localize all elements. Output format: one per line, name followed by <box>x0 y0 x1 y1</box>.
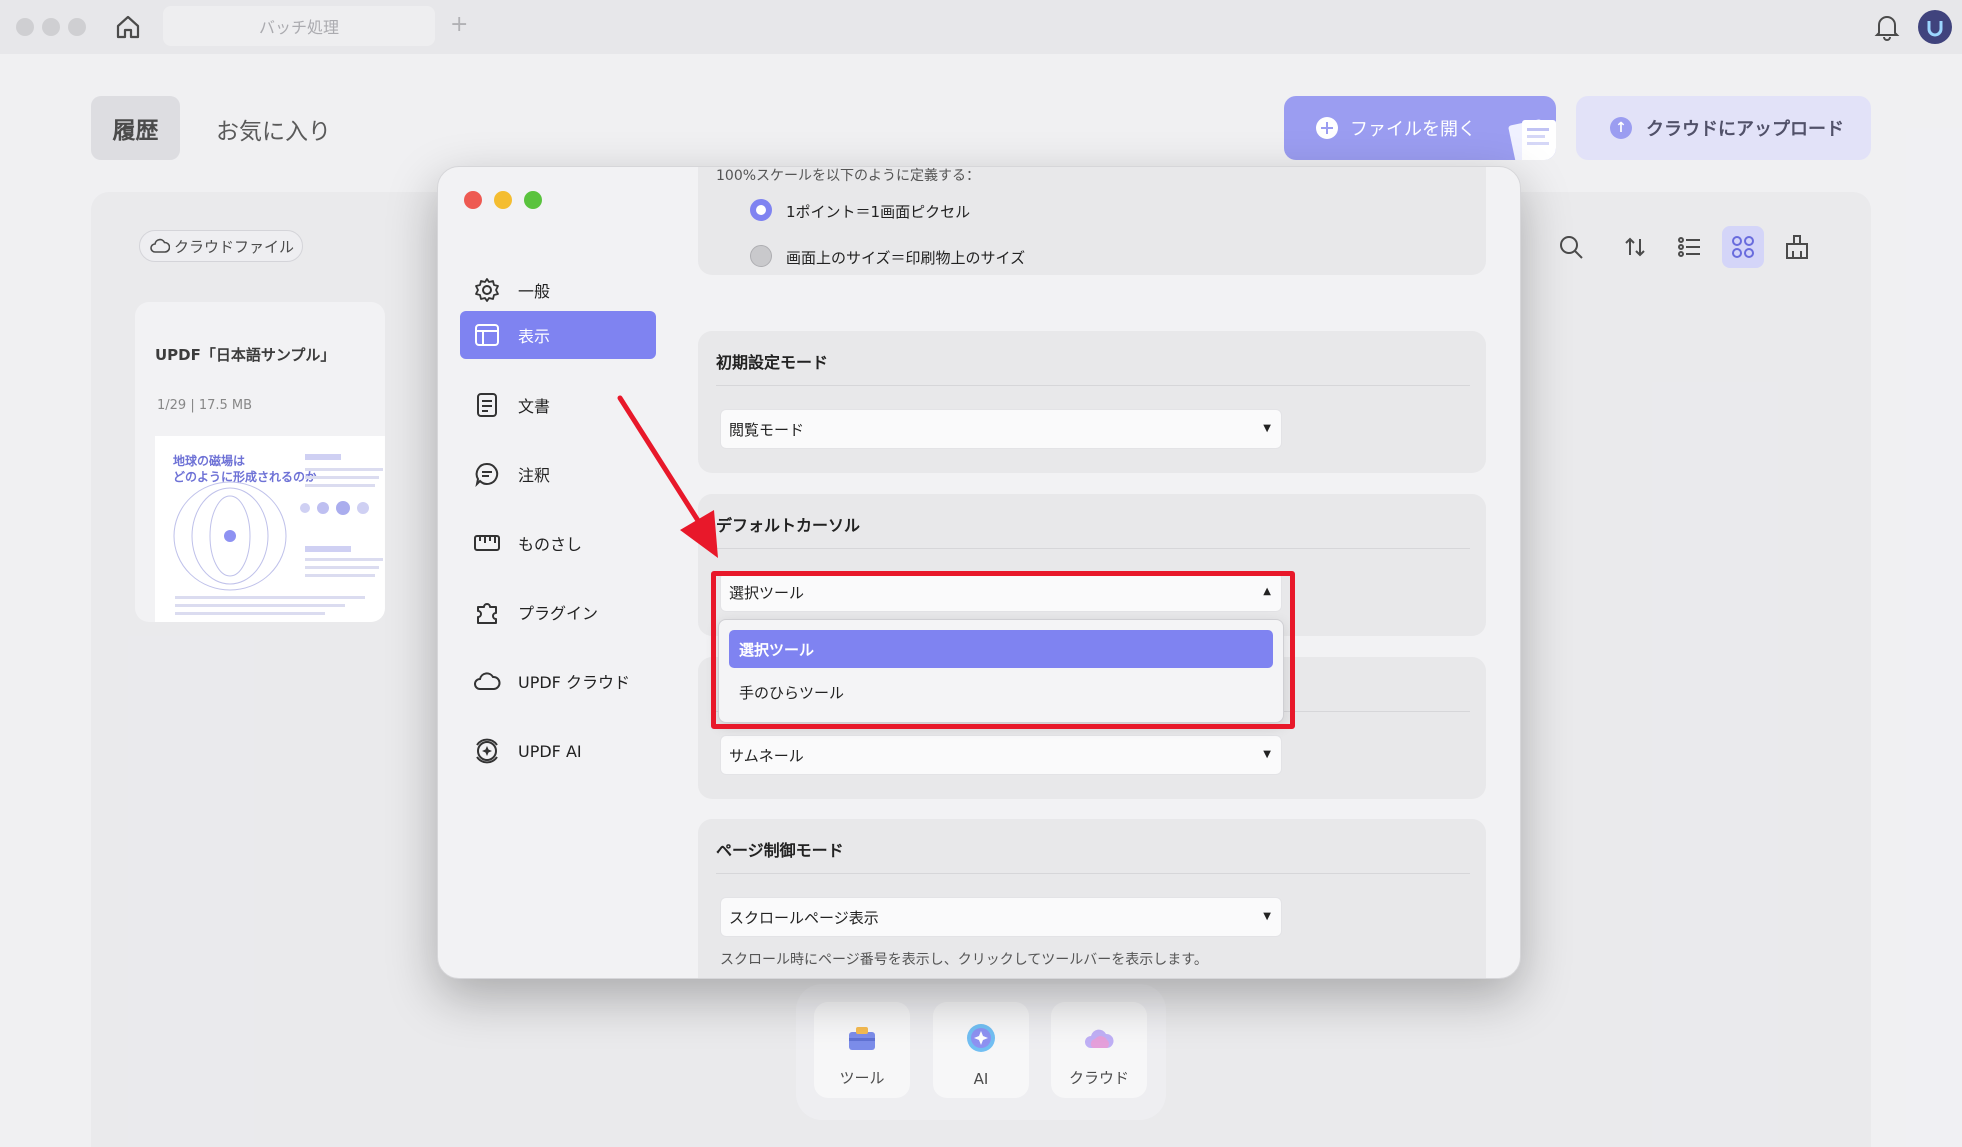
page-control-value: スクロールページ表示 <box>729 908 879 927</box>
thumbnail-select[interactable]: サムネール ▼ <box>720 735 1282 775</box>
layout-icon <box>472 320 502 350</box>
minimize-window-button[interactable] <box>494 191 512 209</box>
red-arrow-annotation <box>617 395 718 558</box>
radio-point-pixel[interactable] <box>750 199 772 221</box>
puzzle-icon <box>472 597 502 627</box>
sidebar-item-label: 一般 <box>518 282 551 301</box>
caret-down-icon: ▼ <box>1263 911 1271 922</box>
initial-mode-select[interactable]: 閲覧モード ▼ <box>720 409 1282 449</box>
scale-section: 100%スケールを以下のように定義する： 1ポイント＝1画面ピクセル 画面上のサ… <box>698 167 1486 275</box>
radio-print-size-label: 画面上のサイズ＝印刷物上のサイズ <box>786 249 1026 267</box>
divider <box>716 385 1470 386</box>
page-control-note: スクロール時にページ番号を表示し、クリックしてツールバーを表示します。 <box>720 952 1208 968</box>
page-control-select[interactable]: スクロールページ表示 ▼ <box>720 897 1282 937</box>
sidebar-item-plugin[interactable]: プラグイン <box>460 588 656 636</box>
initial-mode-section: 初期設定モード 閲覧モード ▼ <box>698 331 1486 473</box>
scale-caption: 100%スケールを以下のように定義する： <box>716 168 981 184</box>
sidebar-item-label: プラグイン <box>518 604 599 623</box>
document-icon <box>472 390 502 420</box>
page-control-title: ページ制御モード <box>716 841 844 860</box>
radio-print-size[interactable] <box>750 245 772 267</box>
divider <box>716 873 1470 874</box>
sidebar-item-label: 注釈 <box>518 466 551 485</box>
sidebar-item-display[interactable]: 表示 <box>460 311 656 359</box>
sidebar-item-updf-cloud[interactable]: UPDF クラウド <box>460 657 656 705</box>
sidebar-item-updf-ai[interactable]: UPDF AI <box>460 727 656 775</box>
cloud-icon <box>472 666 502 696</box>
initial-mode-title: 初期設定モード <box>716 353 829 372</box>
highlight-annotation-box <box>711 571 1295 729</box>
caret-down-icon: ▼ <box>1263 749 1271 760</box>
radio-point-pixel-label: 1ポイント＝1画面ピクセル <box>786 203 971 221</box>
caret-down-icon: ▼ <box>1263 423 1271 434</box>
sidebar-item-label: UPDF クラウド <box>518 673 630 692</box>
sidebar-item-label: 文書 <box>518 397 551 416</box>
ruler-icon <box>472 528 502 558</box>
sidebar-item-label: ものさし <box>518 535 583 554</box>
page-control-section: ページ制御モード スクロールページ表示 ▼ スクロール時にページ番号を表示し、ク… <box>698 819 1486 978</box>
sidebar-item-label: 表示 <box>518 327 551 346</box>
close-window-button[interactable] <box>464 191 482 209</box>
sidebar-item-general[interactable]: 一般 <box>460 266 656 314</box>
comment-icon <box>472 459 502 489</box>
divider <box>716 548 1470 549</box>
sidebar-item-label: UPDF AI <box>518 741 582 761</box>
ai-icon <box>472 736 502 766</box>
thumbnail-value: サムネール <box>729 746 804 765</box>
gear-icon <box>472 275 502 305</box>
initial-mode-value: 閲覧モード <box>729 420 805 439</box>
zoom-window-button[interactable] <box>524 191 542 209</box>
